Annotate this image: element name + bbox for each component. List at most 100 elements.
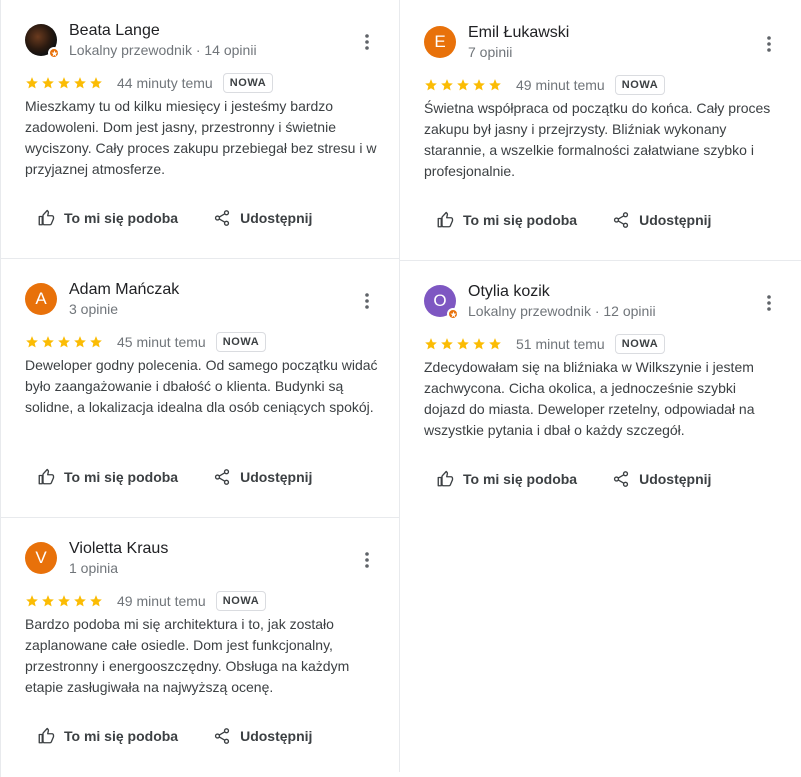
star-icon: [58, 77, 70, 89]
more-options-icon[interactable]: [357, 550, 377, 570]
more-options-icon[interactable]: [357, 291, 377, 311]
review-actions: To mi się podoba Udostępnij: [436, 211, 711, 229]
star-icon: [90, 336, 102, 348]
more-options-icon[interactable]: [759, 293, 779, 313]
like-label: To mi się podoba: [64, 728, 179, 744]
star-icon: [74, 336, 86, 348]
star-icon: [441, 338, 453, 350]
star-icon: [42, 595, 54, 607]
share-label: Udostępnij: [240, 469, 313, 485]
like-label: To mi się podoba: [64, 210, 179, 226]
new-badge: NOWA: [215, 591, 267, 611]
like-button[interactable]: To mi się podoba: [436, 470, 577, 488]
reviewer-meta: Lokalny przewodnik · 12 opinii: [468, 303, 656, 319]
avatar[interactable]: V: [25, 542, 57, 574]
star-rating: [25, 76, 103, 90]
reviewer-name[interactable]: Otylia kozik: [468, 283, 550, 301]
review-card: Beata Lange Lokalny przewodnik · 14 opin…: [0, 0, 399, 259]
review-text: Świetna współpraca od początku do końca.…: [424, 100, 771, 179]
like-button[interactable]: To mi się podoba: [37, 209, 178, 227]
new-badge: NOWA: [614, 334, 666, 354]
reviews-column-right: E Emil Łukawski 7 opinii 49 minut temu N…: [400, 2, 801, 520]
review-actions: To mi się podoba Udostępnij: [436, 470, 711, 488]
avatar-letter: O: [433, 291, 447, 310]
review-time: 44 minuty temu: [117, 75, 213, 91]
star-icon: [425, 79, 437, 91]
star-icon: [489, 338, 501, 350]
like-button[interactable]: To mi się podoba: [37, 727, 178, 745]
review-card: A Adam Mańczak 3 opinie 45 minut temu NO…: [0, 259, 399, 518]
thumb-up-icon: [437, 211, 454, 228]
share-button[interactable]: Udostępnij: [612, 211, 711, 229]
thumb-up-icon: [38, 209, 55, 226]
review-actions: To mi się podoba Udostępnij: [37, 209, 312, 227]
share-button[interactable]: Udostępnij: [612, 470, 711, 488]
reviewer-name[interactable]: Violetta Kraus: [69, 540, 168, 558]
rating-row: 49 minut temu NOWA: [25, 591, 267, 611]
review-time: 49 minut temu: [516, 77, 605, 93]
star-icon: [441, 79, 453, 91]
thumb-up-icon: [38, 727, 55, 744]
star-rating: [424, 78, 502, 92]
avatar[interactable]: E: [424, 26, 456, 58]
star-icon: [473, 338, 485, 350]
avatar-letter: E: [434, 32, 446, 51]
review-time: 45 minut temu: [117, 334, 206, 350]
like-button[interactable]: To mi się podoba: [37, 468, 178, 486]
local-guide-icon: [48, 47, 60, 59]
like-label: To mi się podoba: [64, 469, 179, 485]
star-icon: [42, 77, 54, 89]
avatar[interactable]: O: [424, 285, 459, 320]
star-icon: [58, 595, 70, 607]
reviews-column-left: Beata Lange Lokalny przewodnik · 14 opin…: [0, 0, 400, 777]
share-button[interactable]: Udostępnij: [213, 727, 312, 745]
star-rating: [424, 337, 502, 351]
more-options-icon[interactable]: [759, 34, 779, 54]
review-text: Bardzo podoba mi się architektura i to, …: [25, 616, 350, 695]
review-text: Zdecydowałam się na bliźniaka w Wilkszyn…: [424, 359, 755, 438]
star-rating: [25, 594, 103, 608]
review-card: V Violetta Kraus 1 opinia 49 minut temu …: [0, 518, 399, 777]
rating-row: 49 minut temu NOWA: [424, 75, 666, 95]
reviewer-name[interactable]: Adam Mańczak: [69, 281, 179, 299]
rating-row: 45 minut temu NOWA: [25, 332, 267, 352]
star-icon: [26, 77, 38, 89]
reviewer-meta: Lokalny przewodnik · 14 opinii: [69, 42, 257, 58]
new-badge: NOWA: [215, 332, 267, 352]
star-icon: [425, 338, 437, 350]
share-label: Udostępnij: [240, 210, 313, 226]
review-actions: To mi się podoba Udostępnij: [37, 727, 312, 745]
star-icon: [489, 79, 501, 91]
avatar[interactable]: A: [25, 283, 57, 315]
reviewer-meta: 3 opinie: [69, 301, 119, 317]
avatar-letter: V: [35, 548, 47, 567]
like-button[interactable]: To mi się podoba: [436, 211, 577, 229]
star-icon: [42, 336, 54, 348]
share-label: Udostępnij: [639, 212, 712, 228]
thumb-up-icon: [437, 470, 454, 487]
review-time: 49 minut temu: [117, 593, 206, 609]
reviewer-name[interactable]: Emil Łukawski: [468, 24, 569, 42]
share-icon: [613, 212, 629, 228]
share-button[interactable]: Udostępnij: [213, 209, 312, 227]
star-icon: [90, 595, 102, 607]
review-card: O Otylia kozik Lokalny przewodnik · 12 o…: [400, 261, 801, 520]
star-icon: [74, 77, 86, 89]
local-guide-icon: [447, 308, 459, 320]
review-text: Mieszkamy tu od kilku miesięcy i jesteśm…: [25, 98, 377, 177]
share-icon: [613, 471, 629, 487]
share-button[interactable]: Udostępnij: [213, 468, 312, 486]
thumb-up-icon: [38, 468, 55, 485]
reviewer-meta: 1 opinia: [69, 560, 119, 576]
review-time: 51 minut temu: [516, 336, 605, 352]
reviewer-name[interactable]: Beata Lange: [69, 22, 160, 40]
more-options-icon[interactable]: [357, 32, 377, 52]
share-label: Udostępnij: [240, 728, 313, 744]
star-icon: [74, 595, 86, 607]
new-badge: NOWA: [614, 75, 666, 95]
avatar[interactable]: [25, 24, 60, 59]
review-card: E Emil Łukawski 7 opinii 49 minut temu N…: [400, 2, 801, 261]
star-icon: [473, 79, 485, 91]
share-icon: [214, 210, 230, 226]
reviewer-meta: 7 opinii: [468, 44, 513, 60]
